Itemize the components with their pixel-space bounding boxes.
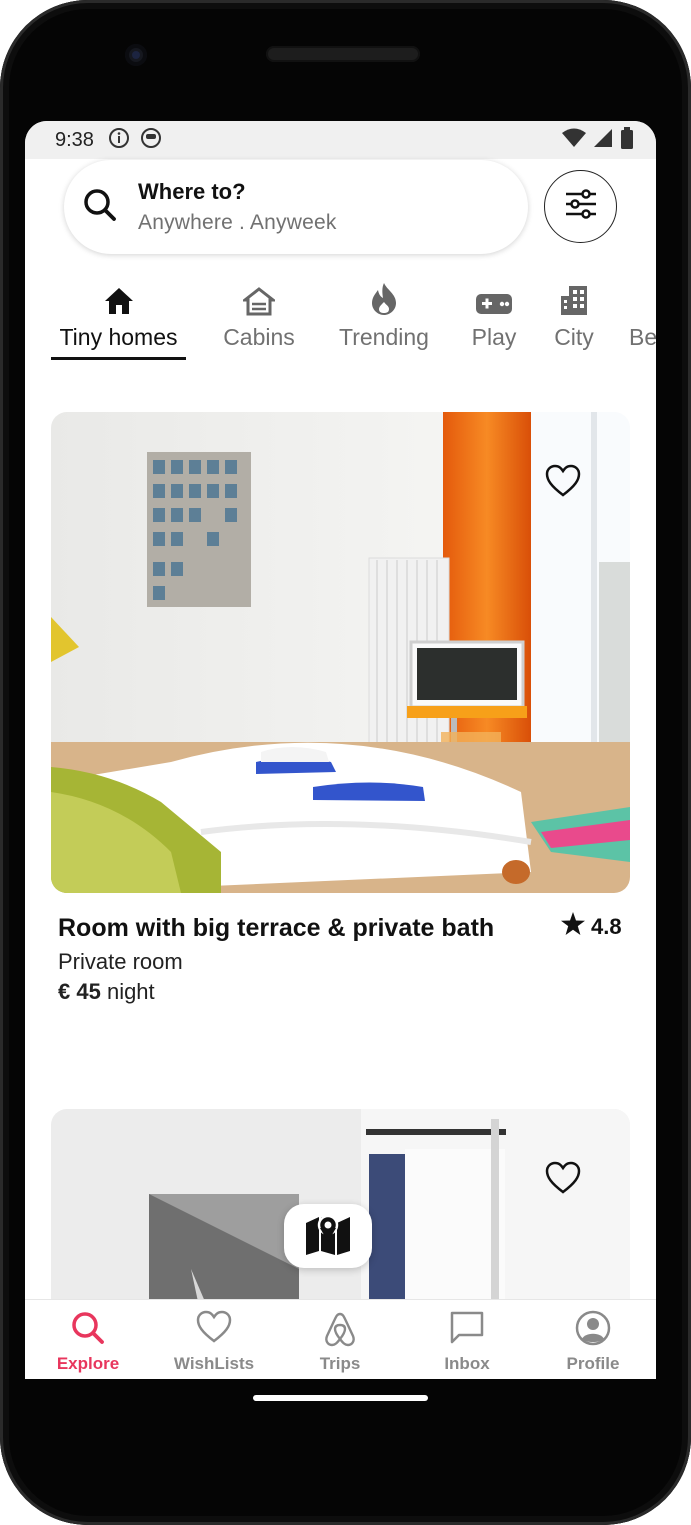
status-bar: 9:38 <box>25 121 656 159</box>
home-icon <box>51 276 186 316</box>
tab-label: Be <box>629 324 656 350</box>
nav-wishlists[interactable]: WishLists <box>159 1310 269 1374</box>
listing-type: Private room <box>58 949 183 974</box>
wifi-icon <box>562 128 586 153</box>
nav-inbox[interactable]: Inbox <box>412 1310 522 1374</box>
heart-icon[interactable] <box>545 1161 581 1195</box>
filter-button[interactable] <box>544 170 617 243</box>
tab-tiny-homes[interactable]: Tiny homes <box>51 276 186 362</box>
city-icon <box>549 276 599 316</box>
search-icon <box>33 1310 143 1348</box>
tab-label: City <box>554 324 594 350</box>
app-notification-icon <box>140 127 162 154</box>
airbnb-logo-icon <box>285 1310 395 1348</box>
app-screen: 9:38 Where to? Anywhere . Anyweek Tiny h… <box>25 121 656 1379</box>
nav-label: Explore <box>56 1354 120 1373</box>
tab-city[interactable]: City <box>549 276 599 362</box>
info-icon <box>108 127 130 154</box>
tab-trending[interactable]: Trending <box>329 276 439 362</box>
listing-photo[interactable] <box>51 412 630 893</box>
tab-label: Play <box>471 324 517 350</box>
cabin-icon <box>215 276 303 316</box>
heart-icon[interactable] <box>545 464 581 498</box>
nav-label: Profile <box>566 1354 620 1373</box>
tab-partial[interactable]: Be <box>629 276 656 362</box>
tab-play[interactable]: Play <box>467 276 521 362</box>
sliders-icon <box>564 189 598 224</box>
tab-label: Tiny homes <box>59 324 178 350</box>
status-time: 9:38 <box>55 128 94 151</box>
profile-icon <box>538 1310 648 1348</box>
listing-price: € 45 night <box>58 979 155 1005</box>
bottom-navigation: Explore WishLists Trips Inbox Profile <box>25 1299 656 1379</box>
search-title: Where to? <box>138 179 246 204</box>
tab-cabins[interactable]: Cabins <box>215 276 303 362</box>
battery-icon <box>620 126 634 154</box>
signal-icon <box>592 128 614 153</box>
fire-icon <box>329 276 439 316</box>
home-indicator[interactable] <box>253 1395 428 1401</box>
price-unit: night <box>106 979 155 1004</box>
search-subtitle: Anywhere . Anyweek <box>138 211 337 234</box>
listing-rating: 4.8 <box>561 912 622 941</box>
nav-label: Inbox <box>444 1354 490 1373</box>
earpiece-speaker <box>266 46 420 62</box>
heart-icon <box>159 1310 269 1348</box>
nav-label: WishLists <box>173 1354 255 1373</box>
nav-profile[interactable]: Profile <box>538 1310 648 1374</box>
search-icon <box>82 187 118 228</box>
map-button[interactable] <box>284 1204 372 1268</box>
search-bar[interactable]: Where to? Anywhere . Anyweek <box>64 160 528 254</box>
tab-label: Trending <box>339 324 429 350</box>
map-icon <box>305 1213 351 1260</box>
rating-value: 4.8 <box>591 913 622 939</box>
category-tabs: Tiny homes Cabins Trending Play City Be <box>25 276 656 362</box>
tab-label: Cabins <box>223 324 295 350</box>
front-camera <box>125 44 147 66</box>
gamepad-icon <box>467 276 521 316</box>
price-amount: € 45 <box>58 979 101 1004</box>
star-icon <box>561 912 585 941</box>
nav-trips[interactable]: Trips <box>285 1310 395 1374</box>
phone-frame: 9:38 Where to? Anywhere . Anyweek Tiny h… <box>0 0 691 1525</box>
message-icon <box>412 1310 522 1348</box>
nav-label: Trips <box>319 1354 361 1373</box>
listing-title[interactable]: Room with big terrace & private bath <box>58 914 494 943</box>
nav-explore[interactable]: Explore <box>33 1310 143 1374</box>
